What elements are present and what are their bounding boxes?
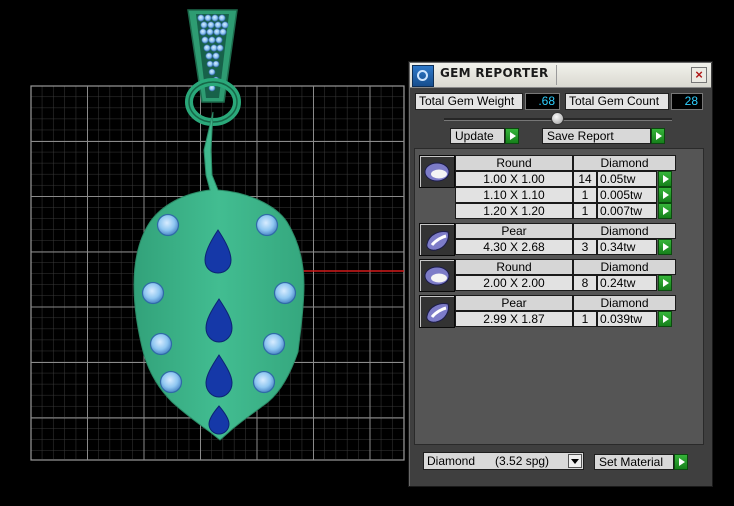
total-gem-weight-label: Total Gem Weight — [415, 93, 523, 110]
slider-knob[interactable] — [551, 112, 564, 125]
gem-weight-cell: 0.05tw — [597, 171, 657, 187]
material-select[interactable]: Diamond (3.52 spg) — [423, 452, 584, 470]
gem-size-cell: 2.00 X 2.00 — [455, 275, 573, 291]
row-detail-go-icon[interactable] — [658, 311, 672, 327]
gem-group: Pear Diamond 2.99 X 1.87 1 0.039tw — [419, 295, 687, 328]
gem-material-header: Diamond — [573, 259, 676, 275]
gem-shape-header: Pear — [455, 223, 573, 239]
set-material-button[interactable]: Set Material — [594, 454, 674, 470]
set-material-go-icon[interactable] — [674, 454, 688, 470]
row-detail-go-icon[interactable] — [658, 171, 672, 187]
material-select-value: Diamond (3.52 spg) — [427, 454, 550, 468]
save-report-button[interactable]: Save Report — [542, 128, 651, 144]
gem-count-cell: 1 — [573, 203, 597, 219]
update-button[interactable]: Update — [450, 128, 505, 144]
row-detail-go-icon[interactable] — [658, 275, 672, 291]
gem-group: Round Diamond 2.00 X 2.00 8 0.24tw — [419, 259, 687, 292]
total-gem-weight-value: .68 — [525, 93, 560, 110]
gem-list: Round Diamond 1.00 X 1.00 14 0.05tw 1.10 X 1.… — [414, 148, 704, 445]
total-gem-count-value: 28 — [671, 93, 703, 110]
gem-shape-header: Pear — [455, 295, 573, 311]
gem-size-cell: 4.30 X 2.68 — [455, 239, 573, 255]
total-gem-count-label: Total Gem Count — [565, 93, 669, 110]
gem-size-cell: 1.10 X 1.10 — [455, 187, 573, 203]
update-go-icon[interactable] — [505, 128, 519, 144]
gem-size-cell: 2.99 X 1.87 — [455, 311, 573, 327]
gem-shape-header: Round — [455, 259, 573, 275]
gem-count-cell: 1 — [573, 187, 597, 203]
gem-reporter-panel: GEM REPORTER × Total Gem Weight .68 Tota… — [408, 61, 713, 487]
gem-shape-header: Round — [455, 155, 573, 171]
gem-group: Round Diamond 1.00 X 1.00 14 0.05tw 1.10 X 1.… — [419, 155, 687, 219]
gem-material-header: Diamond — [573, 155, 676, 171]
gem-weight-cell: 0.24tw — [597, 275, 657, 291]
gem-weight-cell: 0.039tw — [597, 311, 657, 327]
round-gem-icon[interactable] — [419, 259, 455, 292]
chevron-down-icon[interactable] — [568, 454, 582, 468]
gem-material-header: Diamond — [573, 223, 676, 239]
row-detail-go-icon[interactable] — [658, 239, 672, 255]
gem-weight-cell: 0.005tw — [597, 187, 657, 203]
gem-group: Pear Diamond 4.30 X 2.68 3 0.34tw — [419, 223, 687, 256]
gem-weight-cell: 0.34tw — [597, 239, 657, 255]
gem-count-cell: 8 — [573, 275, 597, 291]
gem-weight-cell: 0.007tw — [597, 203, 657, 219]
gem-size-cell: 1.20 X 1.20 — [455, 203, 573, 219]
row-detail-go-icon[interactable] — [658, 187, 672, 203]
panel-titlebar[interactable]: GEM REPORTER × — [410, 63, 711, 88]
gem-count-cell: 14 — [573, 171, 597, 187]
gem-count-cell: 3 — [573, 239, 597, 255]
pear-gem-icon[interactable] — [419, 295, 455, 328]
pear-gem-icon[interactable] — [419, 223, 455, 256]
panel-title: GEM REPORTER — [440, 66, 549, 80]
gem-count-cell: 1 — [573, 311, 597, 327]
save-report-go-icon[interactable] — [651, 128, 665, 144]
gem-size-cell: 1.00 X 1.00 — [455, 171, 573, 187]
round-gem-icon[interactable] — [419, 155, 455, 188]
gem-reporter-icon — [412, 65, 434, 87]
close-icon[interactable]: × — [691, 67, 707, 83]
row-detail-go-icon[interactable] — [658, 203, 672, 219]
gem-material-header: Diamond — [573, 295, 676, 311]
title-separator — [556, 65, 557, 85]
